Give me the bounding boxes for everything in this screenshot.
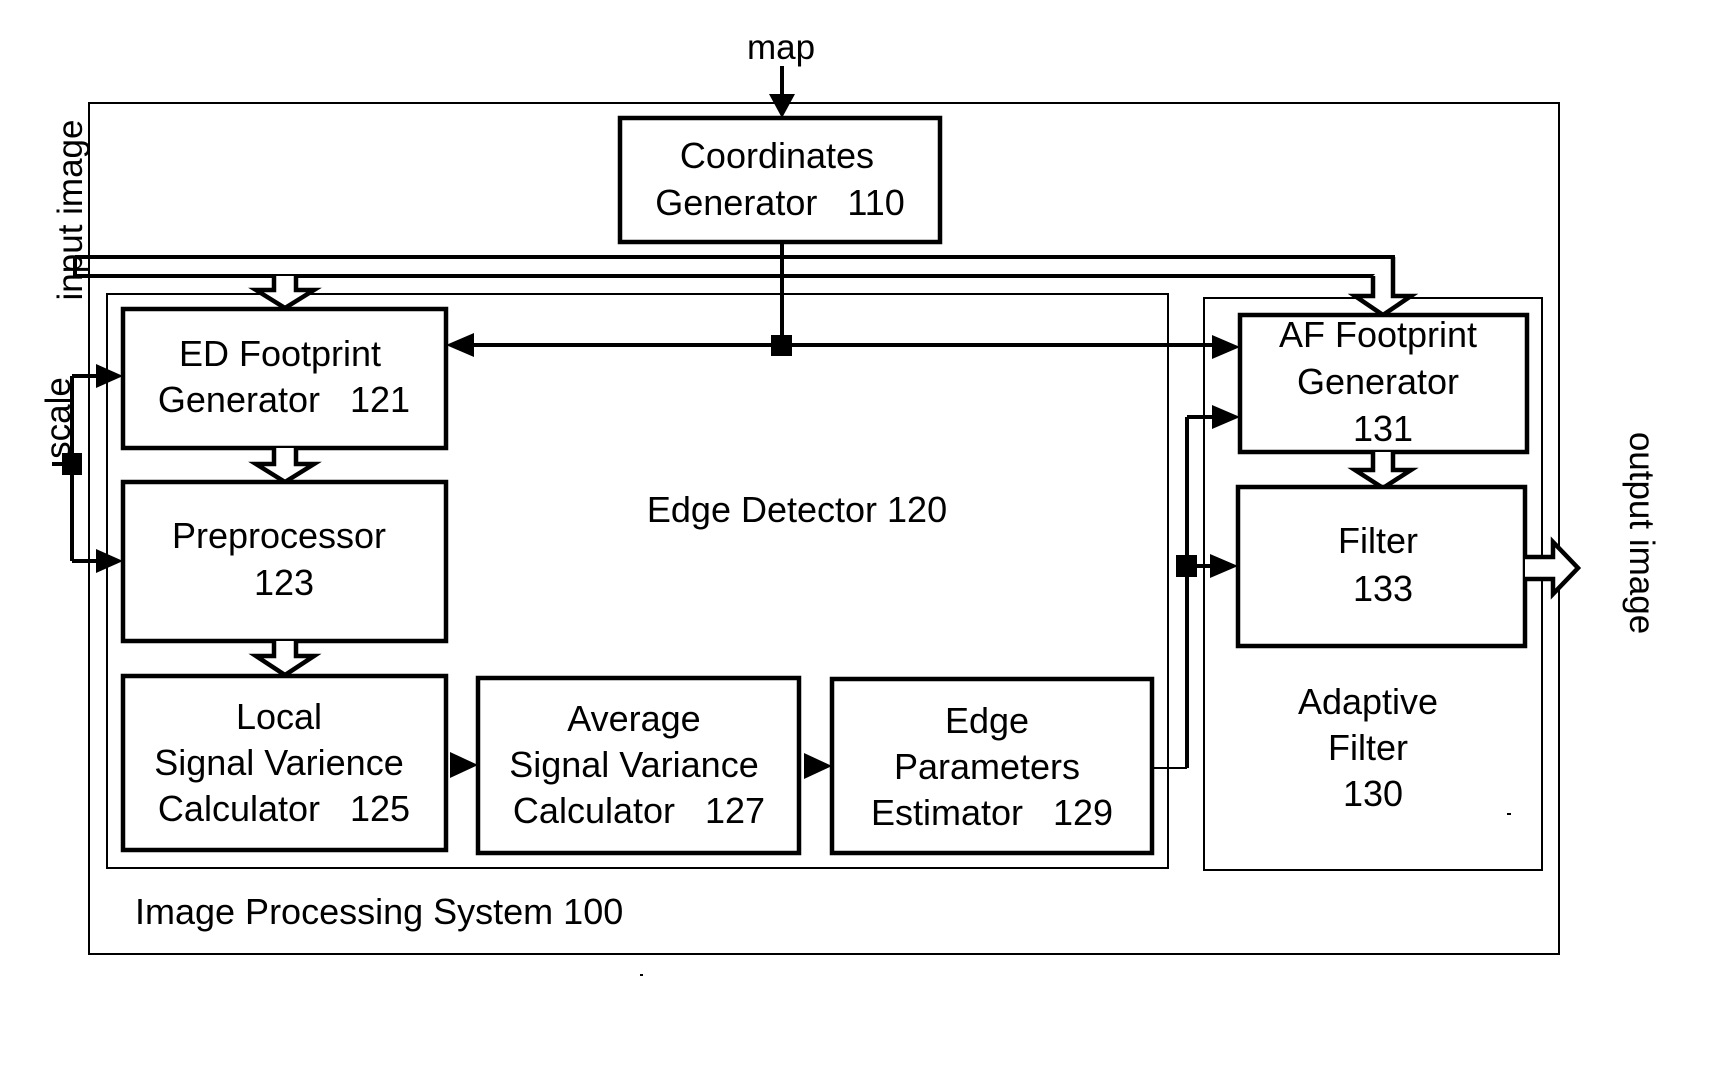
filter-block [1235, 484, 1528, 649]
arrowhead-icon [1212, 405, 1240, 429]
junction-dot [771, 335, 792, 356]
arrowhead-icon [96, 549, 123, 573]
block-label-line: Calculator 125 [158, 788, 410, 829]
block-label-line: Average [567, 698, 700, 739]
block-label-line: ED Footprint [179, 333, 381, 374]
adaptive-filter-label: Adaptive Filter 130 [1298, 681, 1448, 814]
block-label-line: 131 [1353, 408, 1413, 449]
adaptive-filter-label-line: Filter [1328, 727, 1408, 768]
block-label-line: AF Footprint [1279, 314, 1477, 355]
speck [640, 974, 643, 976]
hollow-arrow-right-icon [1525, 536, 1582, 600]
block-diagram: Image Processing System 100 Edge Detecto… [39, 28, 1661, 976]
arrowhead-icon [769, 94, 795, 118]
block-label-line: Generator 110 [655, 182, 905, 223]
image-processing-system-label: Image Processing System 100 [135, 891, 623, 932]
hollow-arrow-down-icon [1347, 257, 1419, 318]
block-label-line: Parameters [894, 746, 1080, 787]
block-label-line: Estimator 129 [871, 792, 1113, 833]
block-label-line: Calculator 127 [513, 790, 765, 831]
block-label-line: 133 [1353, 568, 1413, 609]
hollow-arrow-down-icon [248, 641, 322, 678]
block-label-line: Generator [1297, 361, 1459, 402]
block-label-line: Signal Variance [509, 744, 759, 785]
adaptive-filter-label-line: Adaptive [1298, 681, 1438, 722]
arrowhead-icon [804, 753, 832, 779]
block-label-line: Preprocessor [172, 515, 386, 556]
output-image-label: output image [1622, 432, 1661, 634]
speck [1507, 813, 1511, 815]
block-label-line: Local [236, 696, 322, 737]
block-label-line: Edge [945, 700, 1029, 741]
map-input-label: map [747, 28, 815, 67]
block-label-line: Filter [1338, 520, 1418, 561]
block-label-line: Coordinates [680, 135, 874, 176]
input-image-label: input image [51, 120, 90, 301]
hollow-arrow-down-icon [248, 448, 322, 485]
hollow-arrow-down-icon [1347, 452, 1419, 491]
arrowhead-icon [446, 333, 474, 357]
edge-detector-label: Edge Detector 120 [647, 489, 947, 530]
arrowhead-icon [1210, 554, 1238, 578]
arrowhead-icon [1212, 335, 1240, 359]
adaptive-filter-label-line: 130 [1343, 773, 1403, 814]
scale-input-label: scale [39, 377, 78, 459]
block-label-line: 123 [254, 562, 314, 603]
arrowhead-icon [450, 752, 478, 778]
arrowhead-icon [96, 364, 123, 388]
hollow-arrow-down-icon [248, 276, 322, 311]
block-label-line: Signal Varience [154, 742, 404, 783]
block-label-line: Generator 121 [158, 379, 410, 420]
